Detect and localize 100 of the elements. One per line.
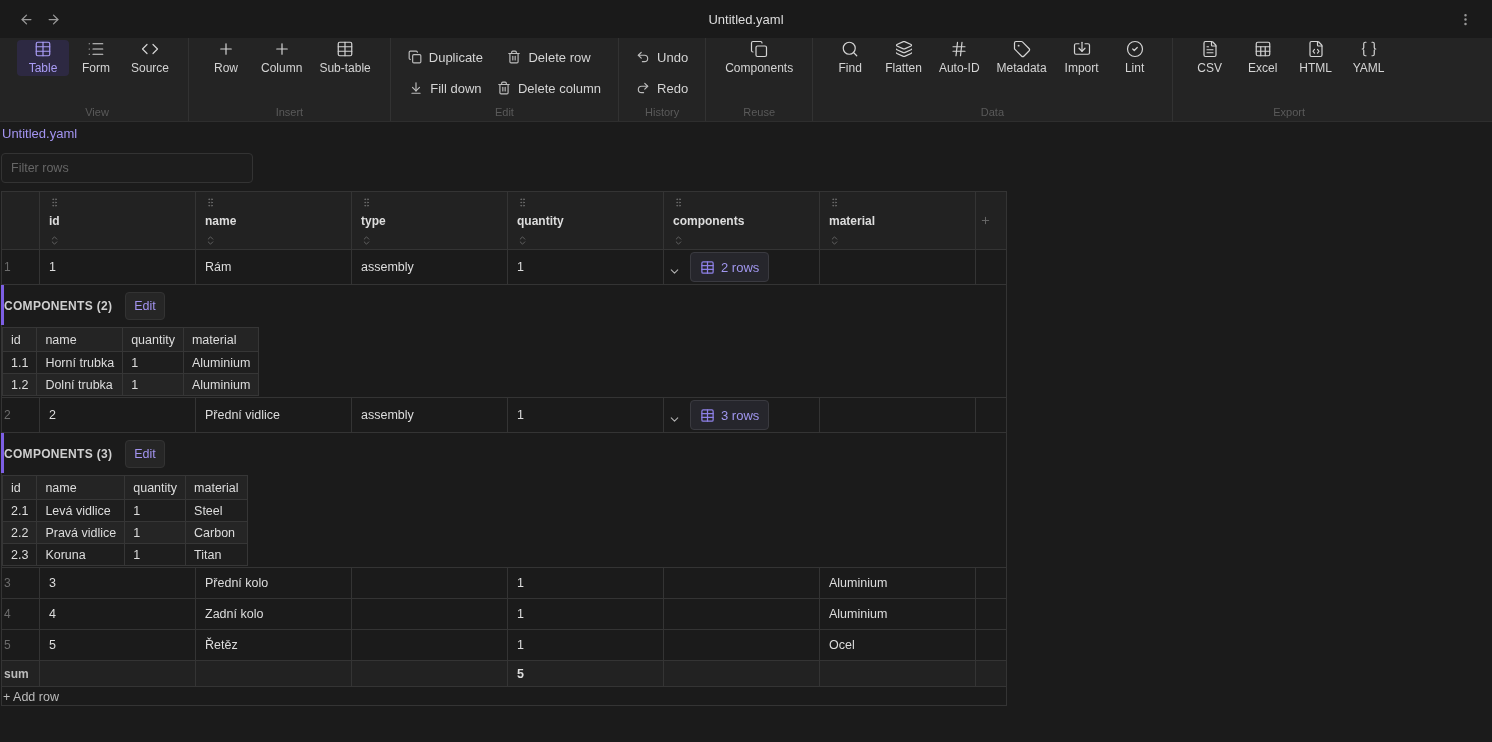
column-header: quantity: [122, 327, 184, 352]
tray-arrow-down-icon: [1072, 40, 1091, 58]
table-icon: [34, 40, 52, 58]
table-cell: 1: [39, 249, 196, 285]
toolbar-button[interactable]: Undo: [630, 43, 695, 71]
accent-bar: [1, 433, 4, 473]
table-icon: [700, 407, 715, 423]
drag-handle-icon[interactable]: [517, 197, 528, 208]
toolbar-button[interactable]: Fill down: [403, 74, 488, 102]
table-cell: 1: [507, 249, 664, 285]
plus-icon: [980, 215, 991, 226]
sort-icon[interactable]: [361, 235, 372, 246]
add-row-button[interactable]: + Add row: [2, 689, 60, 705]
window-title: Untitled.yaml: [708, 11, 784, 27]
table-cell: Aluminium: [819, 567, 976, 599]
column-title: quantity: [517, 214, 564, 228]
toolbar-button[interactable]: Auto-ID: [930, 40, 988, 76]
tag-icon: [1012, 40, 1031, 58]
table-cell: 2.2: [2, 521, 37, 544]
sort-icon[interactable]: [517, 235, 528, 246]
toolbar-button[interactable]: YAML: [1342, 40, 1395, 76]
drag-handle-icon[interactable]: [205, 197, 216, 208]
column-title: id: [49, 214, 60, 228]
drag-handle-icon[interactable]: [829, 197, 840, 208]
toolbar-button[interactable]: HTML: [1289, 40, 1342, 76]
sort-icon[interactable]: [829, 235, 840, 246]
toolbar-button[interactable]: Redo: [630, 74, 695, 102]
drag-handle-icon[interactable]: [673, 197, 684, 208]
table-cell: 1: [507, 567, 664, 599]
trash-icon: [507, 50, 522, 64]
table-cell: 2.3: [2, 543, 37, 566]
sort-icon[interactable]: [49, 235, 60, 246]
column-title: material: [829, 214, 876, 228]
subtable-button[interactable]: 3 rows: [690, 400, 770, 430]
toolbar-button[interactable]: Excel: [1236, 40, 1289, 76]
toolbar-button[interactable]: Find: [824, 40, 877, 76]
table-cell: 2: [39, 397, 196, 433]
toolbar-button[interactable]: Components: [717, 40, 802, 76]
edit-button[interactable]: Edit: [125, 292, 165, 320]
table-icon: [700, 259, 715, 275]
column-header: quantity: [124, 475, 186, 500]
table-cell: 1: [507, 397, 664, 433]
view-tab[interactable]: Table: [17, 40, 69, 76]
view-tab[interactable]: Form: [70, 40, 122, 76]
view-tab[interactable]: Source: [123, 40, 178, 76]
row-number: 3: [1, 567, 40, 599]
file-link[interactable]: Untitled.yaml: [1, 126, 78, 141]
sum-label: sum: [1, 660, 40, 687]
braces-icon: [1359, 40, 1378, 58]
column-header: name: [36, 475, 125, 500]
column-title: type: [361, 214, 386, 228]
sort-icon[interactable]: [673, 235, 684, 246]
filter-field[interactable]: Filter rows: [1, 153, 253, 183]
search-icon: [841, 40, 860, 58]
toolbar-button[interactable]: Row: [200, 40, 253, 76]
column-header: name: [36, 327, 123, 352]
list-icon: [87, 40, 105, 58]
table-cell: 1: [507, 629, 664, 661]
sort-icon[interactable]: [205, 235, 216, 246]
arrow-right-icon: [46, 11, 61, 27]
layers-icon: [894, 40, 913, 58]
toolbar-button[interactable]: Delete row: [501, 43, 597, 71]
table-cell: Ocel: [819, 629, 976, 661]
table-cell: Aluminium: [819, 598, 976, 630]
column-header: id: [2, 327, 37, 352]
row-number: 2: [1, 397, 40, 433]
table-cell: 1.1: [2, 351, 37, 374]
table-cell: Řetěz: [195, 629, 352, 661]
redo-icon: [636, 81, 651, 95]
trash-icon: [496, 81, 511, 95]
edit-button[interactable]: Edit: [125, 440, 165, 468]
grid-icon: [1253, 40, 1272, 58]
table-cell: 2.1: [2, 499, 37, 522]
toolbar-button[interactable]: Flatten: [877, 40, 930, 76]
row-number: 5: [1, 629, 40, 661]
toolbar-button[interactable]: Lint: [1108, 40, 1161, 76]
toolbar-button[interactable]: Column: [253, 40, 311, 76]
hash-icon: [950, 40, 969, 58]
document-icon: [1200, 40, 1219, 58]
toolbar-button[interactable]: Sub-table: [311, 40, 379, 76]
subtable-button[interactable]: 2 rows: [690, 252, 770, 282]
drag-handle-icon[interactable]: [49, 197, 60, 208]
column-header: material: [185, 475, 247, 500]
add-column-button[interactable]: [980, 215, 991, 226]
toolbar-button[interactable]: Delete column: [490, 74, 608, 102]
table-cell: assembly: [351, 397, 508, 433]
toolbar-button[interactable]: CSV: [1183, 40, 1236, 76]
check-circle-icon: [1125, 40, 1144, 58]
arrow-down-to-line-icon: [409, 81, 424, 95]
table-cell: 1.2: [2, 373, 37, 396]
toolbar-button[interactable]: Import: [1055, 40, 1108, 76]
sum-value: 5: [507, 660, 664, 687]
toolbar-button[interactable]: Metadata: [988, 40, 1055, 76]
table-cell: Přední vidlice: [195, 397, 352, 433]
column-title: components: [673, 214, 745, 228]
section-title: COMPONENTS (3): [4, 447, 113, 461]
accent-bar: [1, 285, 4, 325]
drag-handle-icon[interactable]: [361, 197, 372, 208]
toolbar-button[interactable]: Duplicate: [401, 43, 489, 71]
table-cell: Rám: [195, 249, 352, 285]
